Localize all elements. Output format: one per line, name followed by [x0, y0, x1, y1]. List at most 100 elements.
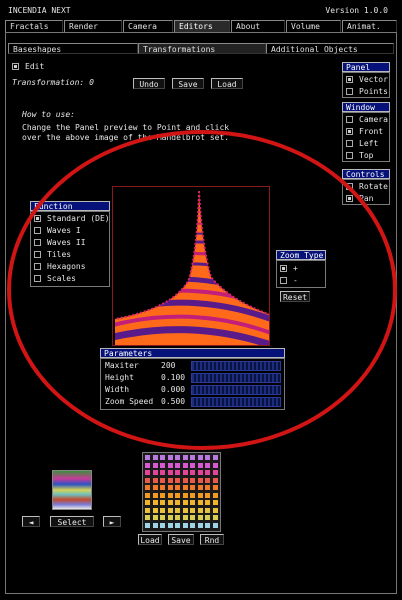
gradient-cell[interactable]	[160, 515, 165, 520]
gradient-cell[interactable]	[197, 522, 203, 528]
gradient-load-button[interactable]: Load	[138, 534, 162, 545]
save-button[interactable]: Save	[172, 78, 204, 89]
gradient-cell[interactable]	[197, 455, 203, 460]
gradient-cell[interactable]	[205, 455, 210, 460]
gradient-cell[interactable]	[160, 470, 165, 475]
gradient-cell[interactable]	[212, 492, 218, 498]
gradient-cell[interactable]	[182, 515, 188, 520]
gradient-cell[interactable]	[167, 477, 173, 483]
controls-option-pan[interactable]: Pan	[346, 193, 373, 204]
select-palette-button[interactable]: Select	[50, 516, 94, 527]
window-option-camera[interactable]: Camera	[346, 114, 388, 125]
gradient-cell[interactable]	[205, 515, 210, 520]
standard-checkbox[interactable]	[34, 215, 41, 222]
function-option-standard[interactable]: Standard (DE)	[34, 213, 110, 224]
gradient-cell[interactable]	[167, 522, 173, 528]
gradient-cell[interactable]	[152, 462, 158, 468]
window-option-front[interactable]: Front	[346, 126, 383, 137]
gradient-cell[interactable]	[197, 470, 203, 475]
gradient-cell[interactable]	[190, 462, 195, 468]
height-slider[interactable]	[191, 373, 281, 383]
gradient-cell[interactable]	[145, 470, 150, 475]
gradient-cell[interactable]	[205, 507, 210, 513]
prev-palette-button[interactable]: ◄	[22, 516, 40, 527]
gradient-cell[interactable]	[212, 507, 218, 513]
gradient-cell[interactable]	[145, 477, 150, 483]
gradient-cell[interactable]	[197, 477, 203, 483]
panel-option-points[interactable]: Points	[346, 86, 388, 97]
gradient-cell[interactable]	[152, 522, 158, 528]
gradient-cell[interactable]	[182, 522, 188, 528]
gradient-cell[interactable]	[175, 455, 180, 460]
scales-checkbox[interactable]	[34, 275, 41, 282]
gradient-cell[interactable]	[197, 500, 203, 505]
zoom-plus-checkbox[interactable]	[280, 265, 287, 272]
hexagons-checkbox[interactable]	[34, 263, 41, 270]
width-slider[interactable]	[191, 385, 281, 395]
gradient-cell[interactable]	[182, 455, 188, 460]
gradient-cell[interactable]	[160, 477, 165, 483]
gradient-cell[interactable]	[160, 492, 165, 498]
rotate-checkbox[interactable]	[346, 183, 353, 190]
subtab-transformations[interactable]: Transformations	[138, 43, 266, 54]
tab-fractals[interactable]: Fractals	[5, 20, 63, 32]
gradient-cell[interactable]	[152, 500, 158, 505]
gradient-cell[interactable]	[152, 477, 158, 483]
gradient-cell[interactable]	[160, 522, 165, 528]
gradient-cell[interactable]	[182, 477, 188, 483]
gradient-cell[interactable]	[190, 477, 195, 483]
gradient-cell[interactable]	[197, 507, 203, 513]
gradient-cell[interactable]	[175, 477, 180, 483]
gradient-cell[interactable]	[160, 455, 165, 460]
window-option-top[interactable]: Top	[346, 150, 373, 161]
gradient-cell[interactable]	[145, 515, 150, 520]
gradient-cell[interactable]	[160, 462, 165, 468]
gradient-cell[interactable]	[205, 462, 210, 468]
gradient-cell[interactable]	[212, 500, 218, 505]
fractal-preview[interactable]	[112, 186, 270, 346]
zoom-speed-slider[interactable]	[191, 397, 281, 407]
subtab-baseshapes[interactable]: Baseshapes	[8, 43, 138, 54]
tab-camera[interactable]: Camera	[123, 20, 173, 32]
gradient-cell[interactable]	[190, 500, 195, 505]
gradient-cell[interactable]	[175, 522, 180, 528]
gradient-cell[interactable]	[182, 507, 188, 513]
gradient-cell[interactable]	[197, 515, 203, 520]
reset-button[interactable]: Reset	[280, 291, 310, 302]
edit-checkbox[interactable]	[12, 63, 19, 70]
gradient-cell[interactable]	[182, 470, 188, 475]
top-checkbox[interactable]	[346, 152, 353, 159]
gradient-cell[interactable]	[197, 462, 203, 468]
gradient-grid[interactable]	[142, 452, 221, 532]
gradient-cell[interactable]	[175, 515, 180, 520]
zoom-minus-checkbox[interactable]	[280, 277, 287, 284]
gradient-cell[interactable]	[197, 485, 203, 490]
gradient-cell[interactable]	[145, 500, 150, 505]
left-checkbox[interactable]	[346, 140, 353, 147]
gradient-cell[interactable]	[167, 485, 173, 490]
gradient-cell[interactable]	[212, 485, 218, 490]
maxiter-slider[interactable]	[191, 361, 281, 371]
gradient-cell[interactable]	[205, 485, 210, 490]
pan-checkbox[interactable]	[346, 195, 353, 202]
gradient-cell[interactable]	[182, 485, 188, 490]
gradient-cell[interactable]	[182, 462, 188, 468]
gradient-cell[interactable]	[182, 492, 188, 498]
gradient-cell[interactable]	[152, 515, 158, 520]
zoom-option-minus[interactable]: -	[280, 275, 298, 286]
tab-about[interactable]: About	[231, 20, 285, 32]
gradient-cell[interactable]	[205, 477, 210, 483]
controls-option-rotate[interactable]: Rotate	[346, 181, 388, 192]
gradient-cell[interactable]	[205, 470, 210, 475]
gradient-cell[interactable]	[212, 455, 218, 460]
gradient-cell[interactable]	[190, 507, 195, 513]
gradient-cell[interactable]	[160, 500, 165, 505]
gradient-cell[interactable]	[212, 462, 218, 468]
gradient-cell[interactable]	[167, 492, 173, 498]
function-option-waves-i[interactable]: Waves I	[34, 225, 81, 236]
tab-animat[interactable]: Animat.	[342, 20, 397, 32]
gradient-rnd-button[interactable]: Rnd	[200, 534, 224, 545]
gradient-cell[interactable]	[167, 500, 173, 505]
gradient-cell[interactable]	[212, 515, 218, 520]
vector-checkbox[interactable]	[346, 76, 353, 83]
